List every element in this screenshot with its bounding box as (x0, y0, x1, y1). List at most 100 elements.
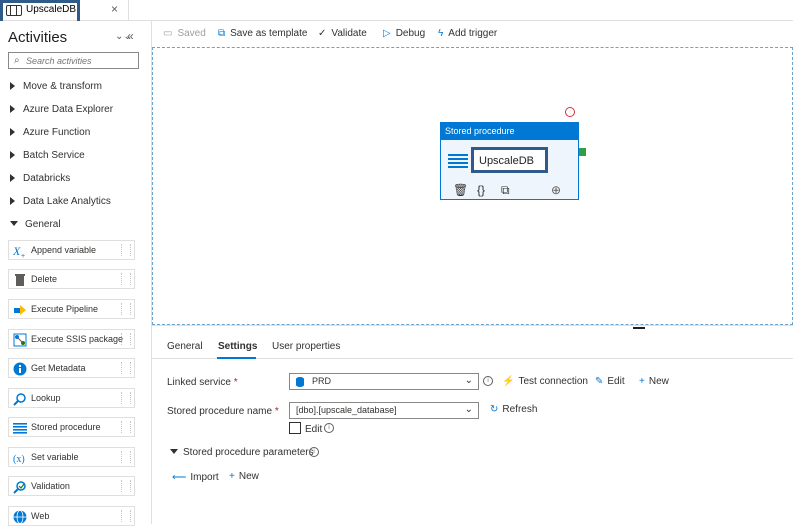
activity-label: Web (31, 511, 50, 521)
drag-handle[interactable] (121, 510, 131, 522)
node-name: UpscaleDB (479, 155, 535, 167)
import-arrow-icon: ⟵ (172, 472, 187, 483)
search-input[interactable] (26, 54, 134, 67)
activity-get-metadata[interactable]: Get Metadata (8, 358, 135, 378)
error-indicator-icon (565, 107, 575, 117)
category-label: Move & transform (23, 81, 102, 92)
edit-checkbox-label: Edit (305, 424, 323, 435)
category-databricks[interactable]: Databricks (10, 173, 70, 184)
activity-label: Delete (31, 274, 58, 284)
success-output-port[interactable] (579, 148, 586, 156)
tab-settings[interactable]: Settings (218, 341, 257, 352)
category-label: Azure Data Explorer (23, 104, 114, 115)
svg-text:(x): (x) (13, 454, 25, 465)
panel-resize-handle[interactable] (633, 327, 645, 329)
category-general[interactable]: General (10, 219, 61, 230)
activity-label: Get Metadata (31, 363, 86, 373)
activity-set-variable[interactable]: (x) Set variable (8, 447, 135, 467)
play-icon: ▷ (383, 28, 391, 39)
drag-handle[interactable] (121, 303, 131, 315)
linked-service-dropdown[interactable]: PRD ⌄ (289, 373, 479, 390)
activity-validation[interactable]: Validation (8, 476, 135, 496)
panel-divider (152, 325, 793, 326)
collapse-panel-icon[interactable]: « (127, 29, 134, 43)
tab-general[interactable]: General (167, 341, 203, 352)
test-connection-label: Test connection (518, 376, 588, 387)
debug-button[interactable]: ▷ Debug (383, 28, 425, 39)
info-icon[interactable]: i (309, 447, 319, 457)
drag-handle[interactable] (121, 362, 131, 374)
svg-text:+: + (21, 253, 25, 258)
category-azure-data-explorer[interactable]: Azure Data Explorer (10, 104, 113, 115)
edit-checkbox[interactable] (289, 422, 301, 434)
info-icon[interactable]: i (483, 376, 493, 386)
delete-icon[interactable]: 🗑 (453, 183, 468, 197)
activity-execute-ssis-package[interactable]: Execute SSIS package (8, 329, 135, 349)
category-move-transform[interactable]: Move & transform (10, 81, 102, 92)
edit-linked-service-link[interactable]: ✎ Edit (595, 376, 625, 387)
activity-web[interactable]: Web (8, 506, 135, 526)
activity-label: Append variable (31, 245, 97, 255)
category-label: Databricks (23, 173, 71, 184)
tab-user-properties[interactable]: User properties (272, 341, 340, 352)
saved-label: Saved (177, 28, 206, 39)
category-batch-service[interactable]: Batch Service (10, 150, 85, 161)
sp-parameters-toggle[interactable]: Stored procedure parameters (170, 447, 314, 458)
drag-handle[interactable] (121, 392, 131, 404)
code-braces-icon[interactable]: {} (477, 183, 485, 197)
drag-handle[interactable] (121, 480, 131, 492)
expand-icon (10, 128, 15, 136)
import-parameters-button[interactable]: ⟵ Import (172, 472, 219, 483)
activity-append-variable[interactable]: X + Append variable (8, 240, 135, 260)
plus-icon: + (229, 471, 235, 482)
category-label: Batch Service (23, 150, 85, 161)
add-trigger-button[interactable]: ϟ Add trigger (438, 28, 497, 39)
test-connection-link[interactable]: ⚡ Test connection (502, 376, 588, 387)
activities-title: Activities (8, 29, 68, 46)
refresh-label: Refresh (502, 404, 538, 415)
info-icon (13, 362, 27, 376)
new-parameter-label: New (238, 471, 259, 482)
activity-lookup[interactable]: Lookup (8, 388, 135, 408)
drag-handle[interactable] (121, 451, 131, 463)
properties-panel: General Settings User properties Linked … (152, 330, 793, 524)
save-as-template-button[interactable]: ⧉ Save as template (218, 28, 307, 39)
expand-icon (10, 151, 15, 159)
info-icon[interactable]: i (324, 423, 334, 433)
category-label: Data Lake Analytics (23, 196, 111, 207)
expand-icon (10, 105, 15, 113)
sp-name-value: [dbo].[upscale_database] (296, 405, 397, 415)
drag-handle[interactable] (121, 244, 131, 256)
activities-panel: Activities ⌄⌄ « ⌕ Move & transform Azure… (0, 21, 152, 526)
validate-button[interactable]: ✓ Validate (318, 28, 367, 39)
required-mark: * (274, 406, 279, 417)
sp-name-dropdown[interactable]: [dbo].[upscale_database] ⌄ (289, 402, 479, 419)
close-icon[interactable]: × (111, 2, 118, 16)
new-linked-service-link[interactable]: + New (639, 376, 669, 387)
drag-handle[interactable] (121, 333, 131, 345)
copy-icon[interactable]: ⧉ (501, 183, 510, 198)
category-azure-function[interactable]: Azure Function (10, 127, 90, 138)
activity-stored-procedure[interactable]: Stored procedure (8, 417, 135, 437)
expand-icon (10, 174, 15, 182)
activity-delete[interactable]: Delete (8, 269, 135, 289)
linked-service-value: PRD (312, 376, 332, 386)
save-as-template-label: Save as template (230, 28, 308, 39)
drag-handle[interactable] (121, 273, 131, 285)
category-label: Azure Function (23, 127, 91, 138)
stored-procedure-icon (448, 154, 468, 168)
activity-execute-pipeline[interactable]: Execute Pipeline (8, 299, 135, 319)
refresh-link[interactable]: ↻ Refresh (490, 404, 537, 415)
activity-label: Validation (31, 481, 70, 491)
connect-arrow-icon[interactable]: ⊕ (551, 183, 561, 197)
add-trigger-label: Add trigger (448, 28, 498, 39)
category-data-lake-analytics[interactable]: Data Lake Analytics (10, 196, 111, 207)
globe-icon (13, 510, 27, 524)
active-tab-indicator (217, 357, 256, 359)
drag-handle[interactable] (121, 421, 131, 433)
search-box[interactable]: ⌕ (8, 52, 139, 69)
debug-label: Debug (395, 28, 426, 39)
stored-procedure-activity-node[interactable]: Stored procedure UpscaleDB 🗑 {} ⧉ ⊕ (440, 122, 579, 200)
new-parameter-button[interactable]: + New (229, 471, 259, 482)
linked-service-label: Linked service * (167, 377, 238, 388)
